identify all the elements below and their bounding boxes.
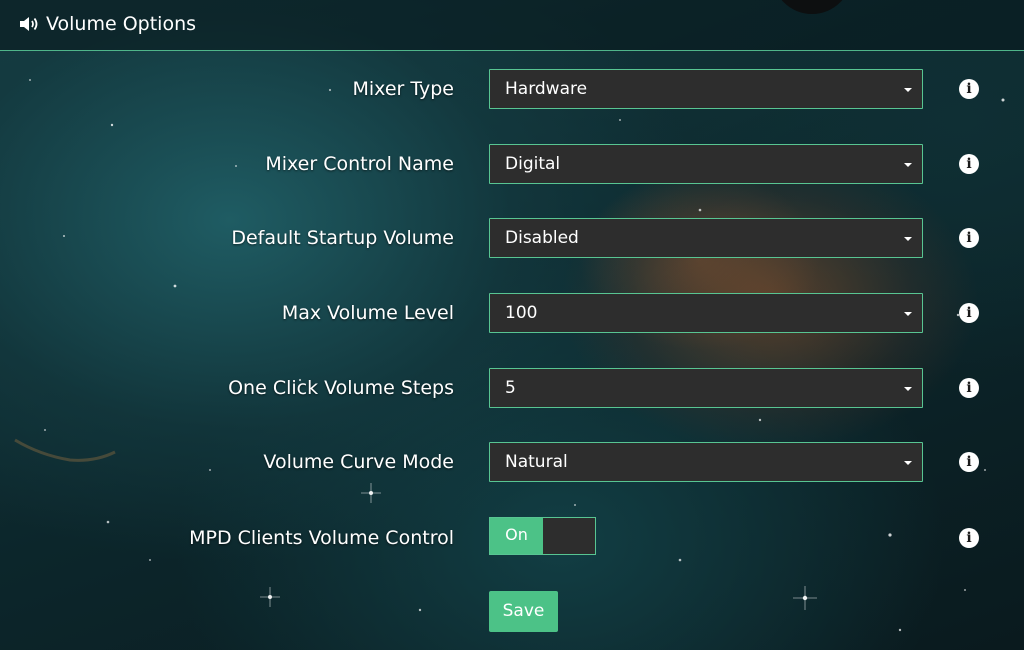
default-startup-volume-select[interactable]: Disabled xyxy=(489,218,923,258)
caret-down-icon xyxy=(904,387,912,391)
mpd-clients-volume-toggle[interactable]: On xyxy=(489,517,596,555)
info-icon[interactable]: i xyxy=(959,452,979,472)
max-volume-level-select[interactable]: 100 xyxy=(489,293,923,333)
caret-down-icon xyxy=(904,312,912,316)
caret-down-icon xyxy=(904,88,912,92)
setting-row-default-startup-volume: Default Startup Volume Disabled i xyxy=(0,218,1024,258)
mixer-control-name-select[interactable]: Digital xyxy=(489,144,923,184)
max-volume-level-value: 100 xyxy=(505,303,538,323)
setting-row-one-click-volume-steps: One Click Volume Steps 5 i xyxy=(0,368,1024,408)
info-icon[interactable]: i xyxy=(959,303,979,323)
info-icon[interactable]: i xyxy=(959,528,979,548)
setting-row-volume-curve-mode: Volume Curve Mode Natural i xyxy=(0,442,1024,482)
volume-curve-mode-label: Volume Curve Mode xyxy=(263,451,454,473)
default-startup-volume-label: Default Startup Volume xyxy=(231,227,454,249)
mixer-type-value: Hardware xyxy=(505,79,588,99)
setting-row-mpd-clients-volume-control: MPD Clients Volume Control On i xyxy=(0,517,1024,558)
max-volume-level-label: Max Volume Level xyxy=(281,302,454,324)
volume-curve-mode-select[interactable]: Natural xyxy=(489,442,923,482)
info-icon[interactable]: i xyxy=(959,378,979,398)
info-icon[interactable]: i xyxy=(959,228,979,248)
speaker-icon xyxy=(20,17,38,31)
caret-down-icon xyxy=(904,461,912,465)
setting-row-mixer-control-name: Mixer Control Name Digital i xyxy=(0,144,1024,184)
save-button[interactable]: Save xyxy=(489,591,558,632)
mixer-control-name-label: Mixer Control Name xyxy=(265,153,454,175)
caret-down-icon xyxy=(904,163,912,167)
info-icon[interactable]: i xyxy=(959,79,979,99)
default-startup-volume-value: Disabled xyxy=(505,228,579,248)
one-click-volume-steps-label: One Click Volume Steps xyxy=(228,377,454,399)
one-click-volume-steps-select[interactable]: 5 xyxy=(489,368,923,408)
panel-header: Volume Options xyxy=(0,0,1024,51)
setting-row-max-volume-level: Max Volume Level 100 i xyxy=(0,293,1024,333)
caret-down-icon xyxy=(904,237,912,241)
mixer-control-name-value: Digital xyxy=(505,154,561,174)
mixer-type-label: Mixer Type xyxy=(352,78,454,100)
mpd-clients-volume-control-label: MPD Clients Volume Control xyxy=(189,527,454,549)
mixer-type-select[interactable]: Hardware xyxy=(489,69,923,109)
info-icon[interactable]: i xyxy=(959,154,979,174)
volume-curve-mode-value: Natural xyxy=(505,452,568,472)
panel-title: Volume Options xyxy=(18,13,196,35)
setting-row-mixer-type: Mixer Type Hardware i xyxy=(0,69,1024,109)
one-click-volume-steps-value: 5 xyxy=(505,378,516,398)
panel-title-text: Volume Options xyxy=(46,13,197,35)
toggle-on-state: On xyxy=(490,518,543,554)
